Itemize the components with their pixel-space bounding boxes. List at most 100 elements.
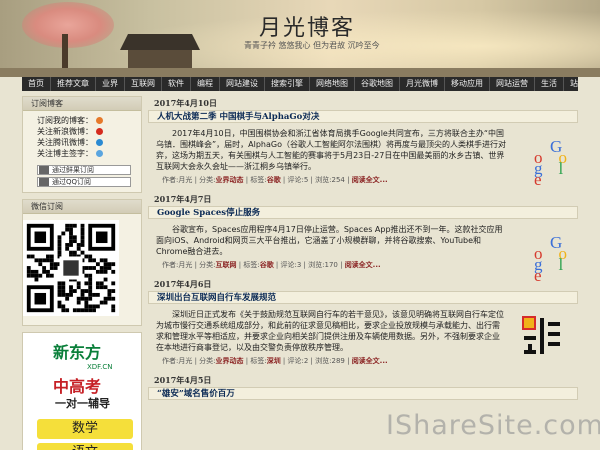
ad-pill-math[interactable]: 数学 [37,419,133,439]
ad-pill-chinese[interactable]: 语文 [37,443,133,450]
post-excerpt: 深圳近日正式发布《关于鼓励规范互联网自行车的若干意见》，该意见明确将互联网自行车… [148,304,578,355]
banner-ground [0,68,600,77]
wechat-title: 微信订阅 [23,200,141,214]
site-title[interactable]: 月光博客 [259,10,355,42]
post-date: 2017年4月7日 [154,194,212,204]
watermark: IShareSite.com [386,410,600,441]
post-category-label: 分类: [199,176,216,184]
nav-item-7[interactable]: 搜索引擎 [265,77,310,91]
ad-subline: 一对一辅导 [55,397,110,410]
nav-item-12[interactable]: 网站运营 [490,77,535,91]
post-tag-link[interactable]: 深圳 [267,357,281,365]
read-more-link[interactable]: 阅读全文... [345,261,381,269]
post-category-link[interactable]: 业界动态 [216,357,244,365]
post-meta: 作者:月光 | 分类:互联网 | 标签:谷歌 | 评论:3 | 浏览:170 |… [148,259,578,271]
subscribe-list: 订阅我的博客： 关注新浪微博： 关注腾讯微博： 关注博主签字： [23,111,141,163]
post-category-link[interactable]: 业界动态 [216,176,244,184]
page: 月光博客 青青子衿 悠悠我心 但为君故 沉吟至今 首页 推荐文章 业界 互联网 软件 编程… [0,0,600,450]
banner-house-roof [120,34,200,50]
nav-item-11[interactable]: 移动应用 [445,77,490,91]
rss-icon [39,166,49,174]
ad-logo: 新东方 [53,343,102,362]
post-tag-label: 标签: [250,176,267,184]
nav-item-13[interactable]: 生活 [535,77,564,91]
xdf-ad[interactable]: 新东方 XDF.CN 中高考 一对一辅导 数学 语文 [22,332,142,450]
post-stats: 评论:5 | 浏览:254 | [287,176,350,184]
header-banner: 月光博客 青青子衿 悠悠我心 但为君故 沉吟至今 [0,0,600,77]
google-logo-letter: l [558,255,564,274]
subscribe-box: 订阅博客 订阅我的博客： 关注新浪微博： 关注腾讯微博： 关注博主签字： 通过鲜果订阅… [22,96,142,193]
post-tag-label: 标签: [250,357,267,365]
nav-item-6[interactable]: 网站建设 [220,77,265,91]
nav-item-9[interactable]: 谷歌地图 [355,77,400,91]
nav-item-10[interactable]: 月光微博 [400,77,445,91]
post-stats: 评论:3 | 浏览:170 | [280,261,343,269]
nav-item-8[interactable]: 网络地图 [310,77,355,91]
post-excerpt: 2017年4月10日，中国围棋协会和浙江省体育局携手Google共同宣布，三方将… [148,123,578,188]
site-subtitle: 青青子衿 悠悠我心 但为君故 沉吟至今 [244,41,380,50]
subscribe-title: 订阅博客 [23,97,141,111]
subscribe-item-label: 关注腾讯微博： [37,138,93,147]
subscribe-item[interactable]: 关注腾讯微博： [37,137,141,148]
post-title-link[interactable]: 人机大战第二季 中国棋手与AlphaGo对决 [148,110,578,123]
nav-item-1[interactable]: 推荐文章 [51,77,96,91]
ad-logo-en: XDF.CN [87,363,113,371]
nav-item-3[interactable]: 互联网 [125,77,162,91]
banner-tree-trunk [62,34,68,70]
post-tag-link[interactable]: 谷歌 [267,176,281,184]
subscribe-service-icon [96,128,103,135]
shenzhen-logo-icon[interactable] [522,316,562,356]
rss-qq-label: 通过QQ订阅 [52,178,92,186]
sidebar: 订阅博客 订阅我的博客： 关注新浪微博： 关注腾讯微博： 关注博主签字： 通过鲜果订阅… [22,96,142,450]
wechat-box: 微信订阅 [22,199,142,326]
post-category-link[interactable]: 互联网 [216,261,237,269]
rss-qq-button[interactable]: 通过QQ订阅 [37,177,131,187]
post: 2017年4月6日深圳出台互联网自行车发展规范深圳近日正式发布《关于鼓励规范互联… [148,277,578,367]
meta-separator: | [280,357,288,365]
google-logo-letter: e [534,266,542,285]
read-more-link[interactable]: 阅读全文... [352,357,388,365]
google-logo[interactable]: Go og le [518,138,570,188]
post-author: 作者:月光 [162,176,193,184]
subscribe-item[interactable]: 关注新浪微博： [37,126,141,137]
ad-headline: 中高考 [53,377,102,396]
subscribe-item[interactable]: 关注博主签字： [37,148,141,159]
subscribe-item-label: 关注博主签字： [37,149,93,158]
google-logo[interactable]: Go og le [518,234,570,284]
subscribe-item[interactable]: 订阅我的博客： [37,115,141,126]
rss-icon [39,178,49,186]
post-tag-link[interactable]: 谷歌 [260,261,274,269]
post-stats: 评论:2 | 浏览:289 | [287,357,350,365]
post-date: 2017年4月6日 [154,279,212,289]
subscribe-service-icon [96,150,103,157]
post-title-link[interactable]: 深圳出台互联网自行车发展规范 [148,291,578,304]
post-excerpt-text: 深圳近日正式发布《关于鼓励规范互联网自行车的若干意见》，该意见明确将互联网自行车… [156,310,504,352]
post-author: 作者:月光 [162,261,193,269]
post-title-link[interactable]: “雄安”域名售价百万 [148,387,578,400]
post-list: 2017年4月10日 人机大战第二季 中国棋手与AlphaGo对决 2017年4月1… [148,96,578,450]
meta-separator: | [280,176,288,184]
wechat-qr-code[interactable] [23,220,119,316]
meta-separator: | [273,261,281,269]
subscribe-item-label: 订阅我的博客： [37,116,93,125]
google-logo-letter: o [558,148,568,167]
read-more-link[interactable]: 阅读全文... [352,176,388,184]
nav-item-4[interactable]: 软件 [162,77,191,91]
post-meta: 作者:月光 | 分类:业界动态 | 标签:谷歌 | 评论:5 | 浏览:254 … [148,174,578,186]
subscribe-service-icon [96,117,103,124]
post-tag-label: 标签: [243,261,260,269]
google-logo-letter: o [558,244,568,263]
post-title-link[interactable]: Google Spaces停止服务 [148,206,578,219]
nav-item-14[interactable]: 站内搜索 [564,77,578,91]
post-excerpt-text: 谷歌宣布，Spaces应用程序4月17日停止运营。Spaces App推出还不到… [156,225,503,256]
post-category-label: 分类: [199,357,216,365]
rss-xianguo-button[interactable]: 通过鲜果订阅 [37,165,131,175]
post: 2017年4月7日 Google Spaces停止服务谷歌宣布，Spaces应用程… [148,192,578,284]
google-logo-letter: e [534,170,542,189]
banner-tree [22,2,114,48]
nav-item-2[interactable]: 业界 [96,77,125,91]
nav-item-0[interactable]: 首页 [22,77,51,91]
subscribe-item-label: 关注新浪微博： [37,127,93,136]
nav-item-5[interactable]: 编程 [191,77,220,91]
google-logo-letter: l [558,159,564,178]
